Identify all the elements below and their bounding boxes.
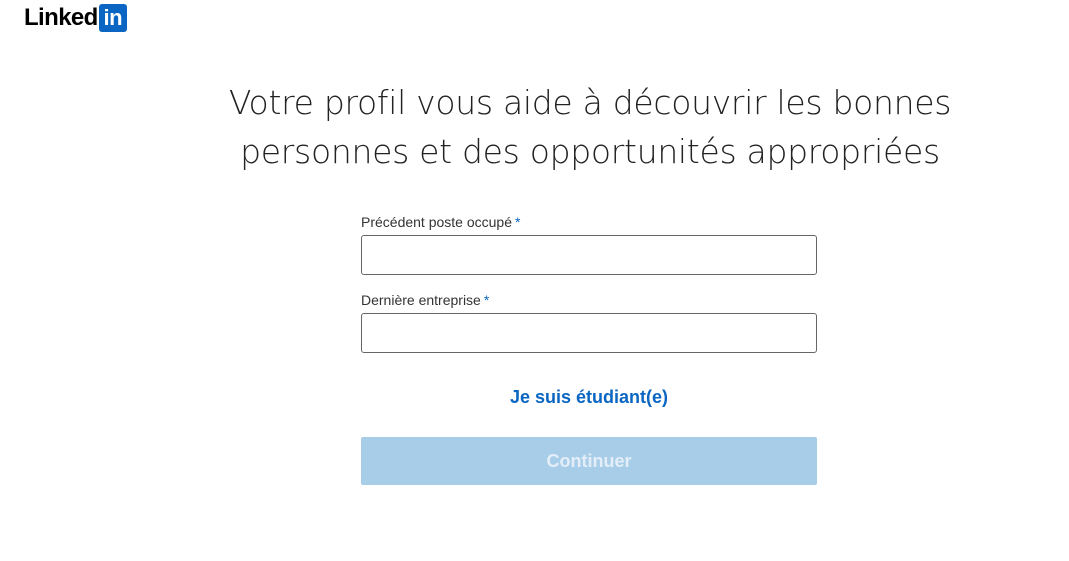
profile-form: Précédent poste occupé * Dernière entrepr…: [361, 212, 817, 485]
logo-wordmark: Linked: [24, 4, 98, 31]
linkedin-logo[interactable]: Linked in: [24, 4, 127, 32]
page-headline: Votre profil vous aide à découvrir les b…: [160, 78, 1020, 176]
company-input[interactable]: [361, 313, 817, 353]
job-title-field-group: Précédent poste occupé *: [361, 212, 817, 275]
company-field-group: Dernière entreprise *: [361, 290, 817, 353]
student-link[interactable]: Je suis étudiant(e): [361, 385, 817, 409]
required-marker: *: [515, 214, 521, 230]
company-label-text: Dernière entreprise: [361, 292, 481, 308]
company-label: Dernière entreprise *: [361, 290, 817, 310]
headline-line-2: personnes et des opportunités appropriée…: [240, 132, 940, 171]
required-marker: *: [483, 292, 490, 308]
job-title-label-text: Précédent poste occupé: [361, 214, 512, 230]
job-title-input[interactable]: [361, 235, 817, 275]
headline-line-1: Votre profil vous aide à découvrir les b…: [228, 83, 952, 122]
logo-in-icon: in: [98, 4, 127, 32]
continue-button[interactable]: Continuer: [361, 437, 817, 485]
job-title-label: Précédent poste occupé *: [361, 212, 817, 232]
signup-onboarding-page: Linked in Votre profil vous aide à décou…: [0, 0, 1069, 561]
